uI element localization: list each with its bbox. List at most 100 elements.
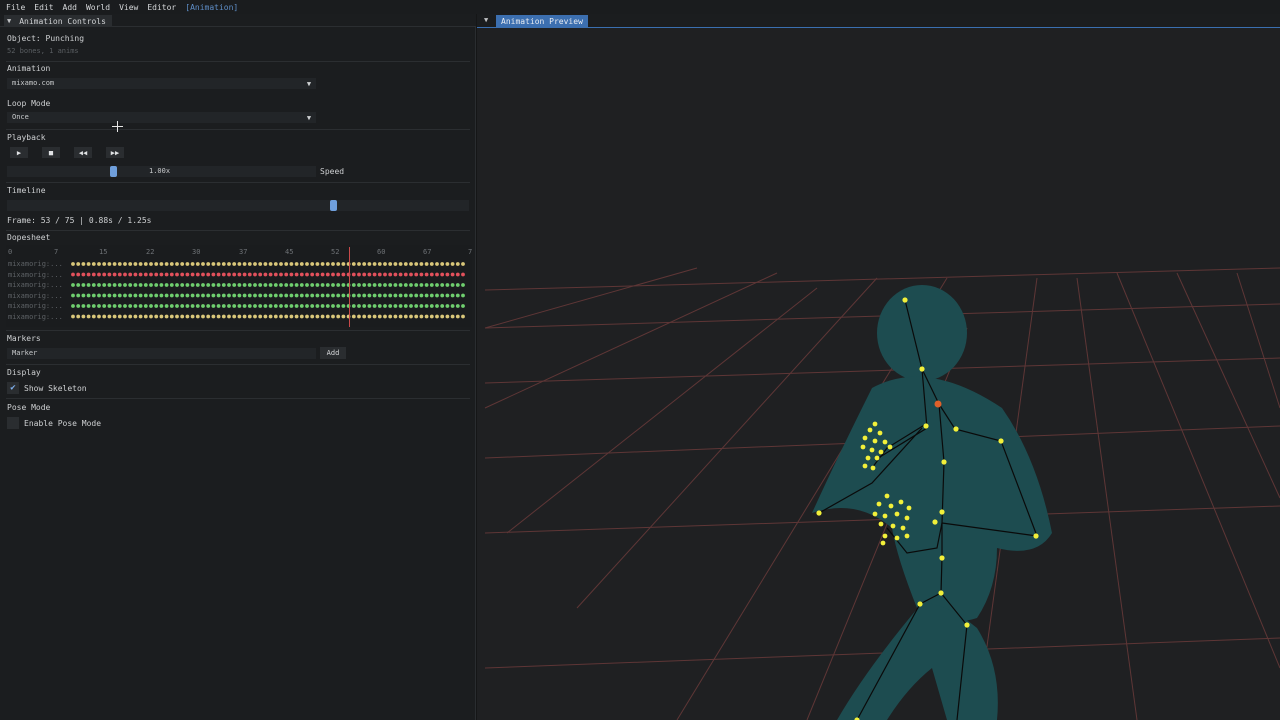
keyframe-dot[interactable] — [227, 293, 231, 298]
keyframe-dot[interactable] — [341, 293, 346, 298]
menu-world[interactable]: World — [86, 3, 110, 12]
keyframe-dot[interactable] — [133, 293, 138, 298]
keyframe-dot[interactable] — [357, 293, 361, 298]
keyframe-dot[interactable] — [102, 262, 107, 266]
menu-edit[interactable]: Edit — [34, 3, 53, 12]
keyframe-dot[interactable] — [133, 272, 138, 277]
keyframe-dot[interactable] — [180, 262, 185, 266]
keyframe-dot[interactable] — [294, 314, 299, 319]
keyframe-dot[interactable] — [154, 293, 159, 298]
keyframe-dot[interactable] — [383, 304, 387, 308]
keyframe-dot[interactable] — [159, 272, 164, 277]
keyframe-dot[interactable] — [221, 272, 226, 277]
keyframe-dot[interactable] — [310, 293, 315, 298]
keyframe-dot[interactable] — [310, 262, 315, 266]
enable-pose-mode-checkbox[interactable] — [7, 417, 19, 429]
keyframe-dot[interactable] — [299, 262, 304, 266]
dopesheet[interactable]: 0 7 15 22 30 37 45 52 60 67 7 mixamorig:… — [6, 245, 472, 327]
keyframe-dot[interactable] — [164, 262, 169, 266]
keyframe-dot[interactable] — [435, 293, 439, 298]
keyframe-dot[interactable] — [237, 314, 242, 319]
keyframe-dot[interactable] — [279, 262, 283, 266]
keyframe-dot[interactable] — [445, 293, 450, 298]
keyframe-dot[interactable] — [164, 314, 169, 319]
keyframe-dot[interactable] — [341, 304, 346, 308]
keyframe-dot[interactable] — [305, 314, 309, 319]
keyframe-dot[interactable] — [175, 304, 179, 308]
keyframe-dot[interactable] — [320, 304, 325, 308]
keyframe-dot[interactable] — [305, 293, 309, 298]
keyframe-dot[interactable] — [133, 314, 138, 319]
fast-forward-button[interactable]: ▶▶ — [106, 147, 124, 158]
keyframe-dot[interactable] — [429, 293, 434, 298]
keyframe-dot[interactable] — [190, 293, 195, 298]
keyframe-dot[interactable] — [107, 262, 112, 266]
keyframe-dot[interactable] — [211, 283, 216, 287]
keyframe-dot[interactable] — [273, 293, 278, 298]
keyframe-dot[interactable] — [169, 272, 174, 277]
keyframe-dot[interactable] — [175, 293, 179, 298]
keyframe-dot[interactable] — [86, 314, 91, 319]
keyframe-dot[interactable] — [117, 283, 122, 287]
keyframe-dot[interactable] — [175, 262, 179, 266]
keyframe-dot[interactable] — [216, 314, 221, 319]
keyframe-dot[interactable] — [112, 304, 117, 308]
keyframe-dot[interactable] — [221, 283, 226, 287]
keyframe-dot[interactable] — [128, 262, 133, 266]
keyframe-dot[interactable] — [357, 314, 361, 319]
keyframe-dot[interactable] — [445, 272, 450, 277]
keyframe-dot[interactable] — [258, 262, 263, 266]
keyframe-dot[interactable] — [331, 314, 335, 319]
keyframe-dot[interactable] — [112, 314, 117, 319]
keyframe-dot[interactable] — [341, 262, 346, 266]
keyframe-dot[interactable] — [367, 314, 372, 319]
keyframe-dot[interactable] — [325, 283, 330, 287]
keyframe-dot[interactable] — [414, 314, 419, 319]
keyframe-dot[interactable] — [461, 262, 465, 266]
keyframe-dot[interactable] — [242, 272, 247, 277]
keyframe-dot[interactable] — [388, 283, 393, 287]
keyframe-dot[interactable] — [164, 272, 169, 277]
playhead[interactable] — [349, 247, 350, 327]
keyframe-dot[interactable] — [284, 272, 289, 277]
keyframe-dot[interactable] — [149, 314, 153, 319]
keyframe-dot[interactable] — [227, 272, 231, 277]
keyframe-dot[interactable] — [180, 314, 185, 319]
keyframe-dot[interactable] — [414, 293, 419, 298]
keyframe-dot[interactable] — [227, 262, 231, 266]
keyframe-dot[interactable] — [143, 272, 148, 277]
keyframe-dot[interactable] — [377, 262, 382, 266]
keyframe-dot[interactable] — [424, 304, 429, 308]
keyframe-dot[interactable] — [450, 262, 455, 266]
keyframe-dot[interactable] — [263, 262, 268, 266]
keyframe-dot[interactable] — [102, 304, 107, 308]
timeline-slider[interactable] — [7, 200, 469, 211]
keyframe-dot[interactable] — [320, 293, 325, 298]
keyframe-dot[interactable] — [169, 314, 174, 319]
keyframe-dot[interactable] — [362, 293, 367, 298]
keyframe-dot[interactable] — [211, 314, 216, 319]
keyframe-dot[interactable] — [76, 293, 81, 298]
keyframe-dot[interactable] — [154, 314, 159, 319]
keyframe-dot[interactable] — [289, 283, 294, 287]
keyframe-dot[interactable] — [299, 272, 304, 277]
keyframe-dot[interactable] — [253, 314, 257, 319]
keyframe-dot[interactable] — [461, 283, 465, 287]
keyframe-dot[interactable] — [279, 272, 283, 277]
keyframe-dot[interactable] — [299, 304, 304, 308]
keyframe-dot[interactable] — [320, 283, 325, 287]
keyframe-dot[interactable] — [279, 293, 283, 298]
keyframe-dot[interactable] — [284, 314, 289, 319]
marker-name-input[interactable]: Marker — [7, 348, 316, 359]
keyframe-dot[interactable] — [284, 304, 289, 308]
selected-joint[interactable] — [934, 400, 942, 408]
keyframe-dot[interactable] — [403, 304, 408, 308]
keyframe-dot[interactable] — [383, 262, 387, 266]
keyframe-dot[interactable] — [149, 262, 153, 266]
keyframe-dot[interactable] — [461, 314, 465, 319]
keyframe-dot[interactable] — [112, 262, 117, 266]
keyframe-dot[interactable] — [341, 314, 346, 319]
keyframe-dot[interactable] — [435, 304, 439, 308]
keyframe-dot[interactable] — [299, 283, 304, 287]
keyframe-dot[interactable] — [164, 304, 169, 308]
